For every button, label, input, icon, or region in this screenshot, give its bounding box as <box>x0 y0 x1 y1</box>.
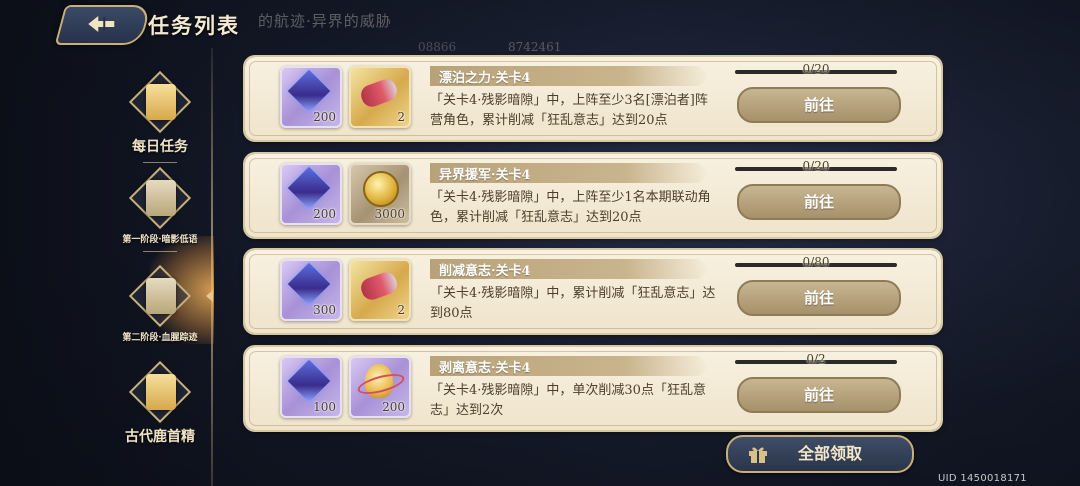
reward-count: 2 <box>397 110 405 124</box>
reward-slot[interactable]: 300 <box>280 259 342 321</box>
sidebar-item-label: 古代鹿首精 <box>125 429 195 445</box>
progress-text: 0/2 <box>806 352 826 366</box>
reward-slot[interactable]: 2 <box>349 66 411 128</box>
sidebar-item-ancient-deer[interactable]: 古代鹿首精 <box>105 360 215 446</box>
reward-count: 200 <box>313 207 336 221</box>
go-button[interactable]: 前往 <box>737 377 901 413</box>
task-card: 300 2 削减意志·关卡4 「关卡4·残影暗隙」中，累计削减「狂乱意志」达到8… <box>245 250 941 333</box>
task-description: 「关卡4·残影暗隙」中，上阵至少1名本期联动角色，累计削减「狂乱意志」达到20点 <box>430 190 711 225</box>
reward-count: 300 <box>313 303 336 317</box>
back-button[interactable] <box>54 5 152 45</box>
sidebar-item-label: 第二阶段·血腥踪迹 <box>122 333 198 343</box>
claim-all-label: 全部领取 <box>798 444 863 463</box>
task-title: 削减意志·关卡4 <box>439 264 531 279</box>
go-button[interactable]: 前往 <box>737 87 901 123</box>
reward-slot[interactable]: 3000 <box>349 163 411 225</box>
reward-count: 200 <box>382 400 405 414</box>
sidebar-item-stage-2[interactable]: 第二阶段·血腥踪迹 <box>105 264 215 343</box>
reward-count: 3000 <box>374 207 405 221</box>
task-card: 200 2 漂泊之力·关卡4 「关卡4·残影暗隙」中，上阵至少3名[漂泊者]阵营… <box>245 57 941 140</box>
reward-count: 2 <box>397 303 405 317</box>
background-number-1: 08866 <box>418 40 457 54</box>
task-card: 200 3000 异界援军·关卡4 「关卡4·残影暗隙」中，上阵至少1名本期联动… <box>245 154 941 237</box>
reward-slot[interactable]: 200 <box>280 163 342 225</box>
coin-icon <box>363 171 399 207</box>
reward-slot[interactable]: 2 <box>349 259 411 321</box>
back-arrow-icon <box>88 16 115 32</box>
go-button[interactable]: 前往 <box>737 280 901 316</box>
task-title: 漂泊之力·关卡4 <box>439 71 531 86</box>
reward-slot[interactable]: 200 <box>349 356 411 418</box>
reward-slot[interactable]: 100 <box>280 356 342 418</box>
progress-text: 0/20 <box>802 159 830 173</box>
mask-icon <box>128 264 192 328</box>
user-id: UID 1450018171 <box>938 473 1027 484</box>
sidebar-item-daily[interactable]: 每日任务 <box>105 70 215 163</box>
progress-text: 0/20 <box>802 62 830 76</box>
task-title: 异界援军·关卡4 <box>439 168 531 183</box>
reward-slot[interactable]: 200 <box>280 66 342 128</box>
task-title: 剥离意志·关卡4 <box>439 361 531 376</box>
divider <box>143 251 177 252</box>
progress-text: 0/80 <box>802 255 830 269</box>
sidebar-item-label: 每日任务 <box>132 139 188 155</box>
crystal-icon <box>287 262 331 306</box>
crystal-icon <box>287 69 331 113</box>
claim-all-button[interactable]: 全部领取 <box>726 435 914 473</box>
scroll-icon <box>358 269 400 303</box>
background-event-title: 的航迹·异界的威胁 <box>258 12 392 30</box>
gift-icon <box>749 447 767 463</box>
scroll-icon <box>358 76 400 110</box>
reward-count: 200 <box>313 110 336 124</box>
background-number-2: 8742461 <box>508 40 562 54</box>
helmet-icon <box>128 360 192 424</box>
sidebar-item-stage-1[interactable]: 第一阶段·暗影低语 <box>105 166 215 252</box>
task-description: 「关卡4·残影暗隙」中，单次削减30点「狂乱意志」达到2次 <box>430 383 706 418</box>
task-description: 「关卡4·残影暗隙」中，累计削减「狂乱意志」达到80点 <box>430 286 716 321</box>
scroll-icon <box>128 70 192 134</box>
crystal-icon <box>287 166 331 210</box>
reward-count: 100 <box>313 400 336 414</box>
go-button[interactable]: 前往 <box>737 184 901 220</box>
crystal-icon <box>287 359 331 403</box>
flask-icon <box>365 364 393 398</box>
task-card: 100 200 剥离意志·关卡4 「关卡4·残影暗隙」中，单次削减30点「狂乱意… <box>245 347 941 430</box>
mask-icon <box>128 166 192 230</box>
page-title: 任务列表 <box>148 13 240 38</box>
divider <box>143 162 177 163</box>
task-description: 「关卡4·残影暗隙」中，上阵至少3名[漂泊者]阵营角色，累计削减「狂乱意志」达到… <box>430 93 708 128</box>
sidebar-item-label: 第一阶段·暗影低语 <box>122 235 198 245</box>
